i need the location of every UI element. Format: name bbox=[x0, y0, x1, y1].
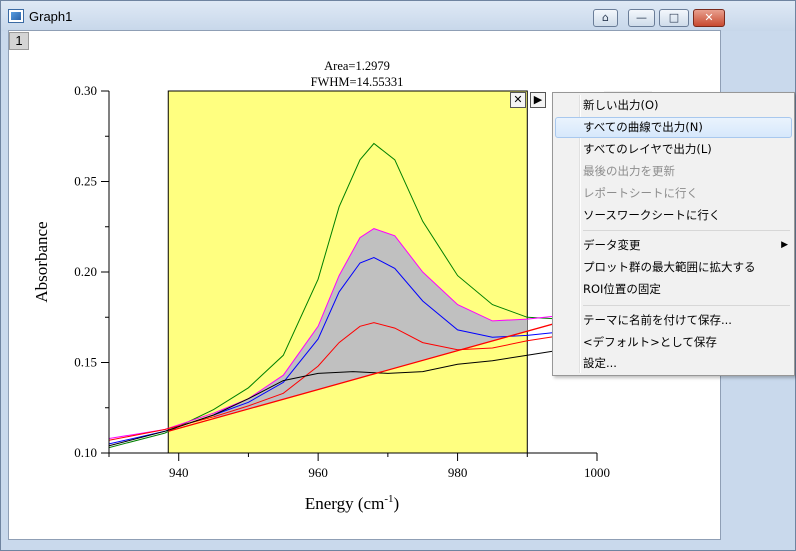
x-axis-title: Energy (cm-1) bbox=[305, 493, 399, 513]
menu-item-change-data[interactable]: データ変更 ▶ bbox=[555, 235, 792, 256]
submenu-arrow-icon: ▶ bbox=[781, 240, 788, 250]
roi-menu-button[interactable]: ▶ bbox=[530, 92, 546, 108]
menu-item-label: データ変更 bbox=[583, 238, 641, 252]
menu-item-new-output[interactable]: 新しい出力(O) bbox=[555, 95, 792, 116]
y-tick-label: 0.20 bbox=[74, 264, 97, 279]
menu-item-label: 設定... bbox=[583, 356, 617, 370]
menu-item-label: すべての曲線で出力(N) bbox=[583, 120, 703, 134]
menu-item-label: ROI位置の固定 bbox=[583, 282, 661, 296]
x-axis-title-superscript: -1 bbox=[384, 493, 393, 505]
menu-item-fix-roi-position[interactable]: ROI位置の固定 bbox=[555, 279, 792, 300]
menu-item-label: プロット群の最大範囲に拡大する bbox=[583, 260, 756, 274]
y-tick-label: 0.30 bbox=[74, 83, 97, 98]
menu-item-update-last-output: 最後の出力を更新 bbox=[555, 161, 792, 182]
y-tick-label: 0.15 bbox=[74, 355, 97, 370]
y-tick-label: 0.10 bbox=[74, 445, 97, 460]
triangle-right-icon: ▶ bbox=[533, 93, 543, 106]
x-tick-label: 940 bbox=[169, 465, 189, 480]
y-axis-title: Absorbance bbox=[32, 221, 51, 302]
x-axis-title-end: ) bbox=[393, 494, 399, 513]
menu-item-label: 新しい出力(O) bbox=[583, 98, 659, 112]
menu-item-expand-to-full-range[interactable]: プロット群の最大範囲に拡大する bbox=[555, 257, 792, 278]
x-tick-label: 1000 bbox=[584, 465, 610, 480]
menu-item-save-as-default[interactable]: <デフォルト>として保存 bbox=[555, 332, 792, 353]
y-tick-label: 0.25 bbox=[74, 174, 97, 189]
fwhm-label: FWHM=14.55331 bbox=[311, 75, 404, 89]
menu-item-settings[interactable]: 設定... bbox=[555, 353, 792, 374]
menu-item-label: すべてのレイヤで出力(L) bbox=[583, 142, 712, 156]
menu-item-label: <デフォルト>として保存 bbox=[583, 335, 717, 349]
x-tick-label: 980 bbox=[448, 465, 468, 480]
menu-separator bbox=[583, 305, 790, 306]
menu-separator bbox=[583, 230, 790, 231]
area-label: Area=1.2979 bbox=[324, 59, 390, 73]
menu-item-output-all-curves[interactable]: すべての曲線で出力(N) bbox=[555, 117, 792, 138]
x-tick-label: 960 bbox=[308, 465, 328, 480]
menu-item-label: 最後の出力を更新 bbox=[583, 164, 675, 178]
menu-item-label: テーマに名前を付けて保存... bbox=[583, 313, 732, 327]
roi-close-button[interactable]: ✕ bbox=[510, 92, 526, 108]
close-icon: ✕ bbox=[513, 93, 523, 106]
menu-item-label: ソースワークシートに行く bbox=[583, 208, 721, 222]
menu-item-go-to-source-worksheet[interactable]: ソースワークシートに行く bbox=[555, 205, 792, 226]
gadget-context-menu: 新しい出力(O) すべての曲線で出力(N) すべてのレイヤで出力(L) 最後の出… bbox=[552, 92, 795, 376]
menu-item-output-all-layers[interactable]: すべてのレイヤで出力(L) bbox=[555, 139, 792, 160]
menu-item-go-to-report-sheet: レポートシートに行く bbox=[555, 183, 792, 204]
menu-item-label: レポートシートに行く bbox=[583, 186, 698, 200]
x-axis-title-main: Energy (cm bbox=[305, 494, 384, 513]
menu-item-save-as-theme[interactable]: テーマに名前を付けて保存... bbox=[555, 310, 792, 331]
